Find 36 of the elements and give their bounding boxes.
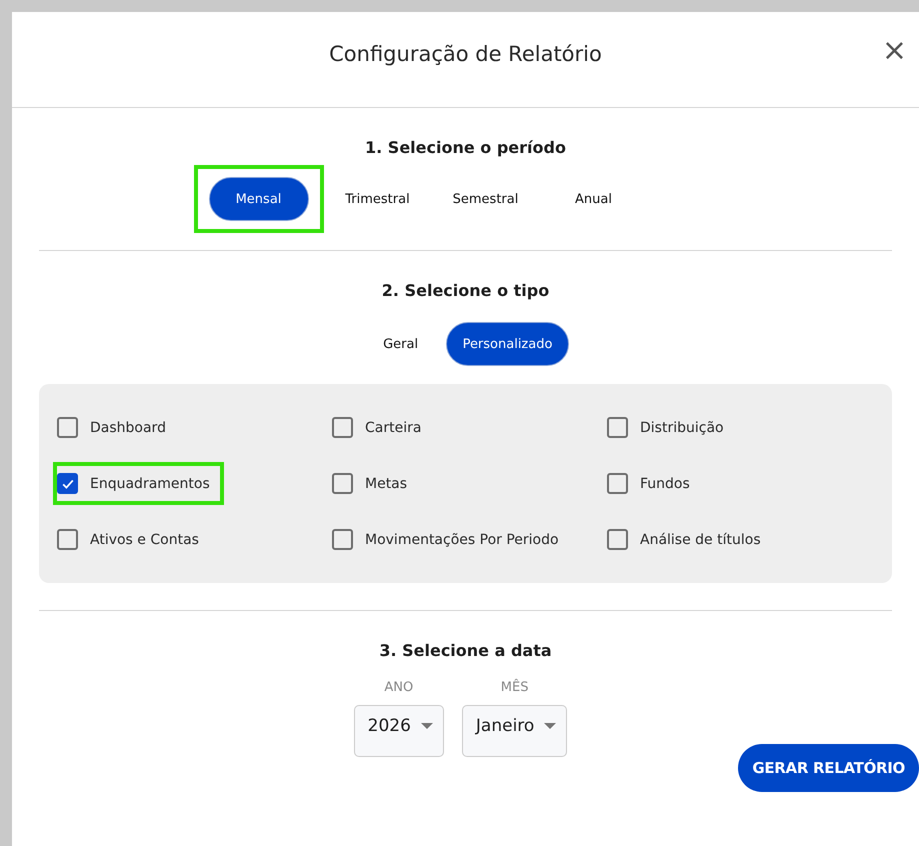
period-option[interactable]: Trimestral xyxy=(328,177,428,221)
type-option[interactable]: Geral xyxy=(362,322,440,366)
checkbox[interactable] xyxy=(57,417,78,438)
select-field[interactable]: Janeiro xyxy=(462,705,568,757)
generate-report-button[interactable]: GERAR RELATÓRIO xyxy=(738,744,919,792)
checkbox[interactable] xyxy=(332,473,353,494)
section-heading: 1. Selecione o período xyxy=(364,138,567,157)
caret-icon xyxy=(544,723,556,729)
field-label: MÊS xyxy=(500,680,528,695)
select-field[interactable]: 2026 xyxy=(354,705,444,757)
checkbox[interactable] xyxy=(607,417,628,438)
section-heading: 2. Selecione o tipo xyxy=(380,281,550,300)
dialog-title: Configuração de Relatório xyxy=(329,42,602,66)
checkbox-label: Enquadramentos xyxy=(90,476,210,492)
checkbox-label: Movimentações Por Periodo xyxy=(365,532,559,548)
checkbox-label: Análise de títulos xyxy=(640,532,761,548)
period-option[interactable]: Mensal xyxy=(208,177,308,221)
checkbox[interactable] xyxy=(57,473,78,494)
section-heading: 3. Selecione a data xyxy=(378,641,553,660)
checkbox-label: Carteira xyxy=(365,420,422,436)
close-button[interactable]: × xyxy=(878,36,911,66)
checkbox-label: Fundos xyxy=(640,476,690,492)
checkbox[interactable] xyxy=(607,529,628,550)
type-option[interactable]: Personalizado xyxy=(446,322,570,366)
checkbox-label: Metas xyxy=(365,476,408,492)
checkbox[interactable] xyxy=(332,417,353,438)
checkbox[interactable] xyxy=(57,529,78,550)
caret-icon xyxy=(420,723,433,729)
field-label: ANO xyxy=(384,680,414,695)
period-option[interactable]: Semestral xyxy=(436,177,536,221)
checkbox[interactable] xyxy=(332,529,353,550)
checkbox-label: Dashboard xyxy=(90,420,166,436)
checkbox[interactable] xyxy=(607,473,628,494)
checkbox-label: Distribuição xyxy=(640,420,724,436)
checkbox-label: Ativos e Contas xyxy=(90,532,199,548)
period-option[interactable]: Anual xyxy=(544,177,644,221)
